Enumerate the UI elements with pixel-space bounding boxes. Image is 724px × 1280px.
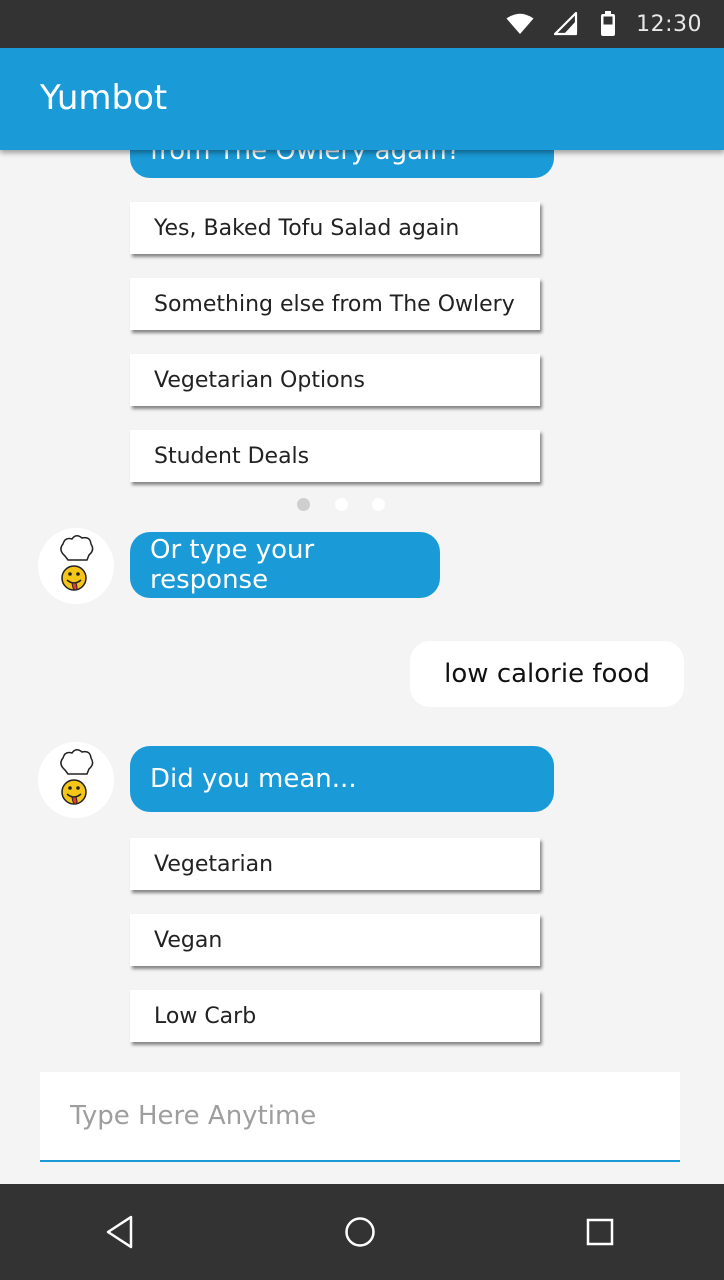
back-button[interactable] (90, 1204, 150, 1260)
pager-dot-active[interactable] (297, 498, 310, 511)
home-button[interactable] (330, 1204, 390, 1260)
option-label: Student Deals (154, 443, 310, 469)
option-vegetarian-options[interactable]: Vegetarian Options (130, 354, 540, 406)
option-label: Something else from The Owlery (154, 291, 515, 317)
status-bar: 12:30 (0, 0, 724, 48)
home-icon (345, 1217, 375, 1247)
message-input[interactable] (40, 1072, 672, 1160)
chef-icon (60, 749, 94, 805)
app-title: Yumbot (40, 78, 168, 118)
bot-message-did-you-mean: Did you mean... (130, 746, 554, 812)
pager-dot[interactable] (372, 498, 385, 511)
option-label: Yes, Baked Tofu Salad again (154, 215, 460, 241)
user-message: low calorie food (410, 641, 684, 707)
back-icon (106, 1215, 133, 1249)
option-label: Vegetarian (154, 851, 274, 877)
battery-icon (600, 11, 616, 37)
pager-dots[interactable] (290, 498, 400, 514)
bot-avatar (38, 528, 114, 604)
navigation-bar (0, 1184, 724, 1280)
option-student-deals[interactable]: Student Deals (130, 430, 540, 482)
pager-dot[interactable] (335, 498, 348, 511)
option-label: Vegan (154, 927, 223, 953)
chef-icon (60, 535, 94, 591)
option-low-carb[interactable]: Low Carb (130, 990, 540, 1042)
bot-message-or-type: Or type your response (130, 532, 440, 598)
recents-button[interactable] (570, 1204, 630, 1260)
option-vegetarian[interactable]: Vegetarian (130, 838, 540, 890)
clock: 12:30 (636, 11, 702, 37)
bot-message-partial: from The Owlery again? (130, 150, 554, 178)
option-vegan[interactable]: Vegan (130, 914, 540, 966)
recents-icon (586, 1218, 614, 1246)
option-baked-tofu-salad[interactable]: Yes, Baked Tofu Salad again (130, 202, 540, 254)
status-icons: 12:30 (506, 0, 702, 48)
signal-icon (554, 12, 578, 36)
option-label: Vegetarian Options (154, 367, 365, 393)
message-input-container[interactable] (40, 1072, 680, 1162)
app-bar: Yumbot (0, 48, 724, 150)
chat-area[interactable]: from The Owlery again? Yes, Baked Tofu S… (0, 150, 724, 1184)
bot-avatar (38, 742, 114, 818)
option-label: Low Carb (154, 1003, 257, 1029)
option-something-else-owlery[interactable]: Something else from The Owlery (130, 278, 540, 330)
wifi-icon (506, 13, 534, 35)
